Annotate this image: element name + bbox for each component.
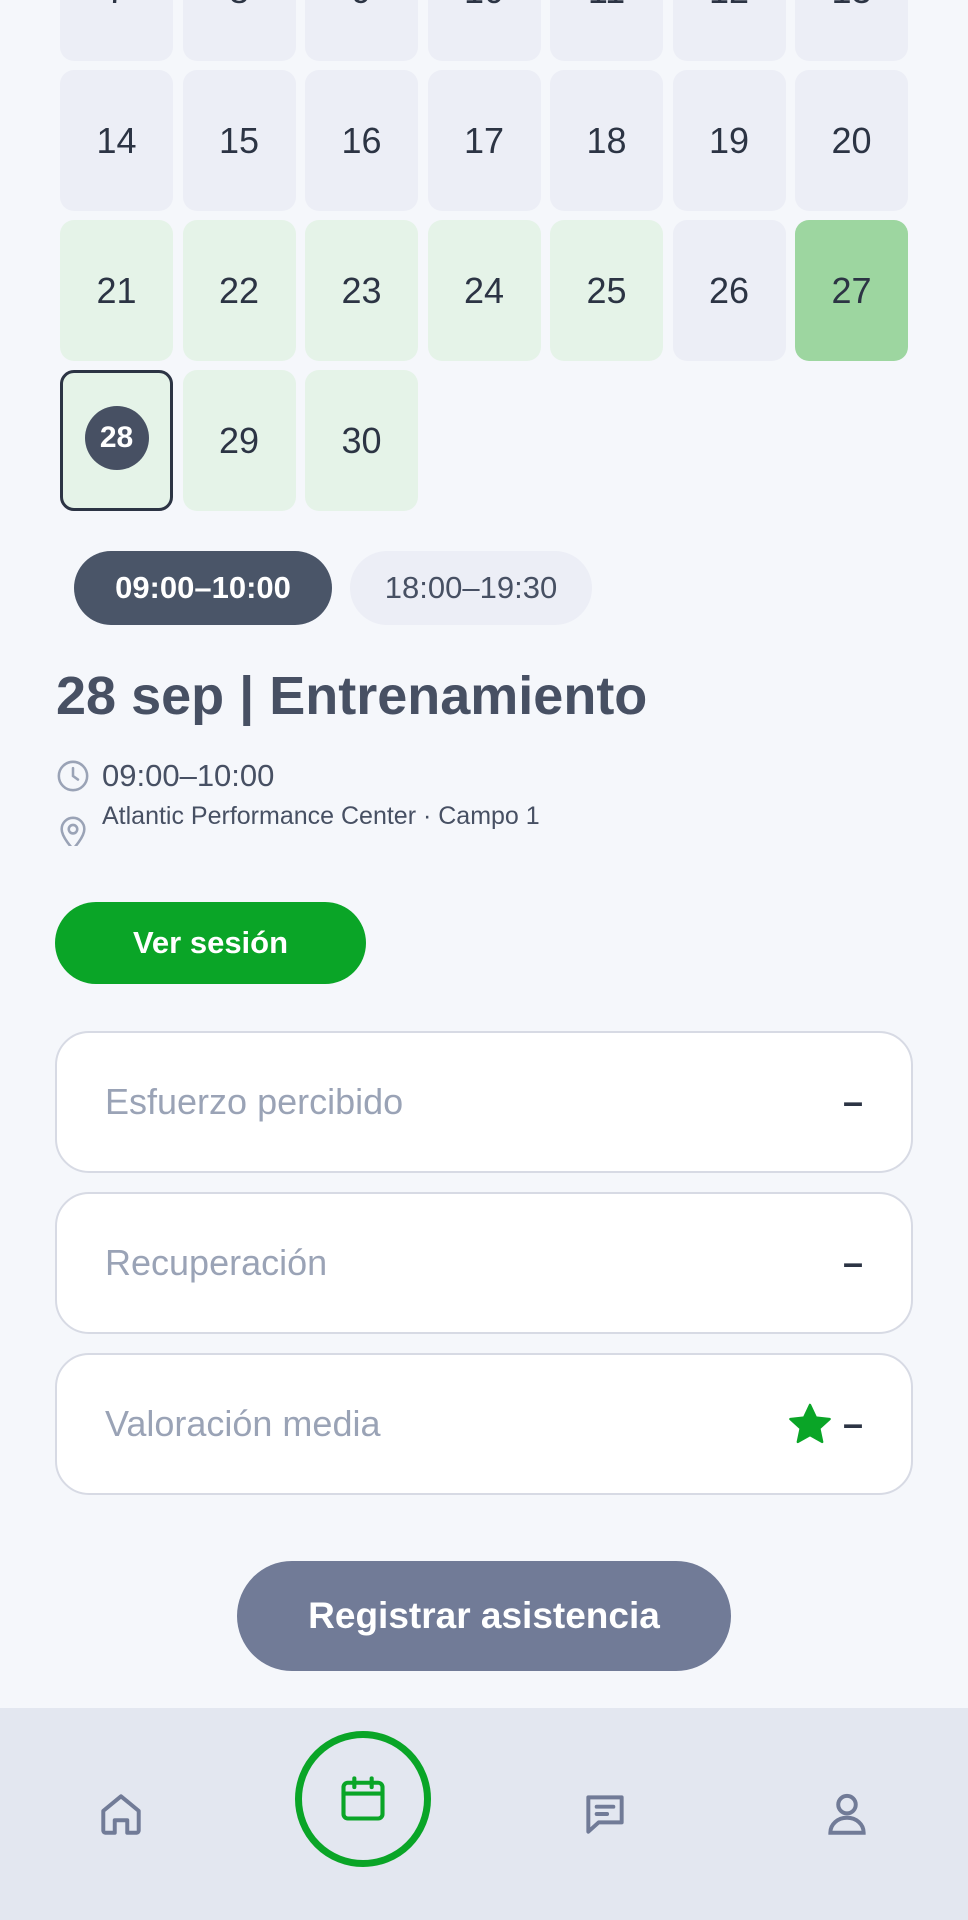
register-attendance-button[interactable]: Registrar asistencia <box>237 1561 731 1671</box>
session-location: Atlantic Performance Center · Campo 1 <box>102 802 540 830</box>
calendar-day[interactable]: 26 <box>672 220 786 361</box>
calendar-day[interactable]: 21 <box>60 220 173 361</box>
day-number: 9 <box>351 0 371 12</box>
profile-icon <box>828 1793 866 1835</box>
home-icon <box>101 1794 141 1835</box>
day-number: 22 <box>218 269 260 311</box>
nav-messages[interactable] <box>545 1708 665 1920</box>
time-slot-chips: 09:00–10:00 18:00–19:30 <box>74 551 592 625</box>
day-number: 16 <box>341 119 382 161</box>
session-title: 28 sep | Entrenamiento <box>56 666 648 726</box>
day-number: 30 <box>341 419 382 461</box>
day-number: 12 <box>709 0 749 12</box>
nav-profile[interactable] <box>787 1708 907 1920</box>
calendar-day[interactable]: 17 <box>427 70 541 211</box>
calendar-day[interactable]: 22 <box>182 220 296 361</box>
day-number: 19 <box>708 119 750 161</box>
day-number: 14 <box>96 119 137 161</box>
day-number: 23 <box>341 269 382 311</box>
calendar-day[interactable]: 28 <box>60 370 173 511</box>
rating-card[interactable]: Valoración media – <box>55 1353 913 1495</box>
calendar-day[interactable]: 27 <box>795 220 908 361</box>
day-number: 11 <box>588 0 625 12</box>
view-session-button[interactable]: Ver sesión <box>55 902 366 984</box>
star-icon <box>789 1403 831 1444</box>
calendar-day[interactable]: 14 <box>60 70 173 211</box>
day-number: 29 <box>218 419 260 461</box>
chat-icon <box>586 1795 624 1834</box>
calendar-day[interactable]: 7 <box>60 0 173 61</box>
day-number: 18 <box>586 119 627 161</box>
day-number: 21 <box>96 269 137 311</box>
day-number: 17 <box>463 119 505 161</box>
session-time-row: 09:00–10:00 <box>56 758 274 794</box>
app-screen: 7 8 9 10 11 12 13 14 15 16 17 18 19 20 21 22 23 24 25 26 27 2… <box>0 0 968 1920</box>
day-number: 13 <box>831 0 871 12</box>
bottom-nav <box>0 1708 968 1920</box>
time-slot-chip[interactable]: 18:00–19:30 <box>350 551 592 625</box>
session-location-row: Atlantic Performance Center · Campo 1 <box>56 798 540 846</box>
calendar-day[interactable]: 10 <box>427 0 541 61</box>
calendar-day[interactable]: 30 <box>305 370 418 511</box>
calendar-icon <box>341 1776 385 1821</box>
day-number: 27 <box>831 269 872 311</box>
calendar-day[interactable]: 25 <box>550 220 663 361</box>
calendar-day[interactable]: 18 <box>550 70 663 211</box>
recovery-value: – <box>842 1242 863 1283</box>
calendar-day[interactable]: 9 <box>305 0 418 61</box>
effort-label: Esfuerzo percibido <box>105 1081 404 1122</box>
day-number: 10 <box>464 0 504 12</box>
clock-icon <box>57 760 89 792</box>
calendar-grid: 7 8 9 10 11 12 13 14 15 16 17 18 19 20 21 22 23 24 25 26 27 2… <box>60 0 908 511</box>
location-pin-icon <box>60 816 86 846</box>
calendar-day[interactable]: 13 <box>795 0 908 61</box>
calendar-day[interactable]: 8 <box>182 0 296 61</box>
rating-value: – <box>842 1403 863 1444</box>
rating-value-group: – <box>787 1402 863 1446</box>
time-slot-chip-active[interactable]: 09:00–10:00 <box>74 551 332 625</box>
day-number: 20 <box>831 119 872 161</box>
session-time: 09:00–10:00 <box>102 758 275 793</box>
day-number: 15 <box>218 119 260 161</box>
calendar-day[interactable]: 23 <box>305 220 418 361</box>
day-number: 25 <box>586 269 627 311</box>
day-number: 24 <box>463 269 505 311</box>
rating-label: Valoración media <box>105 1403 381 1444</box>
calendar-day[interactable]: 16 <box>305 70 418 211</box>
day-number: 26 <box>708 269 750 311</box>
recovery-label: Recuperación <box>105 1242 328 1283</box>
calendar-day[interactable]: 24 <box>427 220 541 361</box>
calendar-day[interactable]: 11 <box>550 0 663 61</box>
calendar-day[interactable]: 12 <box>672 0 786 61</box>
day-number: 7 <box>106 0 126 12</box>
effort-card[interactable]: Esfuerzo percibido – <box>55 1031 913 1173</box>
calendar-day[interactable]: 15 <box>182 70 296 211</box>
nav-home[interactable] <box>61 1708 181 1920</box>
calendar-day[interactable]: 19 <box>672 70 786 211</box>
calendar-day[interactable]: 29 <box>182 370 296 511</box>
day-number: 8 <box>229 0 249 12</box>
nav-calendar[interactable] <box>295 1731 431 1867</box>
recovery-card[interactable]: Recuperación – <box>55 1192 913 1334</box>
effort-value: – <box>842 1081 863 1122</box>
selected-day-number: 28 <box>84 405 149 470</box>
calendar-day[interactable]: 20 <box>795 70 908 211</box>
